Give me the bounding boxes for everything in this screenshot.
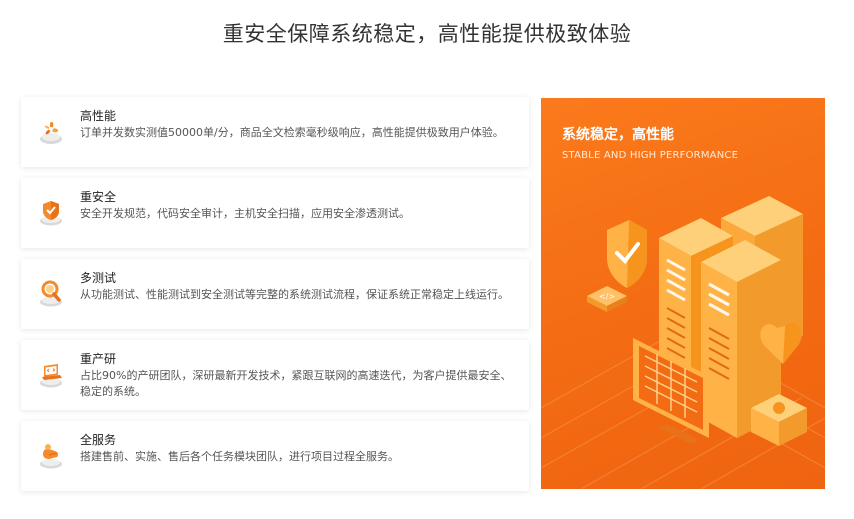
- feature-desc: 搭建售前、实施、售后各个任务模块团队，进行项目过程全服务。: [80, 450, 399, 463]
- svg-text:</>: </>: [599, 292, 615, 301]
- fan-icon: [40, 121, 62, 144]
- feature-card-service: 全服务 搭建售前、实施、售后各个任务模块团队，进行项目过程全服务。: [21, 421, 529, 491]
- magnifier-icon: [40, 280, 62, 307]
- feature-card-performance: 高性能 订单并发数实测值50000单/分，商品全文检索毫秒级响应，高性能提供极致…: [21, 97, 529, 167]
- code-chip-icon: </>: [587, 286, 627, 312]
- feature-card-security: 重安全 安全开发规范，代码安全审计，主机安全扫描，应用安全渗透测试。: [21, 178, 529, 248]
- hand-service-icon: [40, 444, 62, 469]
- feature-title: 重安全: [80, 190, 117, 204]
- page: 重安全保障系统稳定，高性能提供极致体验 高性能 订单并发数实测值50000单/分…: [0, 0, 854, 519]
- feature-title: 高性能: [80, 109, 117, 123]
- shield-icon: [40, 201, 62, 226]
- hero-title: 系统稳定，高性能: [562, 127, 674, 143]
- code-laptop-icon: [40, 364, 62, 388]
- feature-title: 多测试: [80, 271, 117, 285]
- server-illustration: </>: [541, 196, 825, 489]
- hero-subtitle: STABLE AND HIGH PERFORMANCE: [562, 150, 739, 161]
- shield-icon: [607, 220, 647, 288]
- feature-desc: 安全开发规范，代码安全审计，主机安全扫描，应用安全渗透测试。: [80, 207, 410, 220]
- feature-desc: 从功能测试、性能测试到安全测试等完整的系统测试流程，保证系统正常稳定上线运行。: [80, 288, 509, 301]
- hero-panel: 系统稳定，高性能 STABLE AND HIGH PERFORMANCE </>: [541, 98, 825, 489]
- feature-desc: 占比90%的产研团队，深研最新开发技术，紧跟互联网的高速迭代，为客户提供最安全、…: [80, 369, 512, 398]
- feature-card-testing: 多测试 从功能测试、性能测试到安全测试等完整的系统测试流程，保证系统正常稳定上线…: [21, 259, 529, 329]
- feature-desc: 订单并发数实测值50000单/分，商品全文检索毫秒级响应，高性能提供极致用户体验…: [80, 126, 504, 139]
- feature-title: 全服务: [80, 433, 117, 447]
- feature-card-rnd: 重产研 占比90%的产研团队，深研最新开发技术，紧跟互联网的高速迭代，为客户提供…: [21, 340, 529, 410]
- feature-title: 重产研: [80, 352, 117, 366]
- feature-list: 高性能 订单并发数实测值50000单/分，商品全文检索毫秒级响应，高性能提供极致…: [21, 97, 529, 502]
- section-title: 重安全保障系统稳定，高性能提供极致体验: [222, 22, 632, 46]
